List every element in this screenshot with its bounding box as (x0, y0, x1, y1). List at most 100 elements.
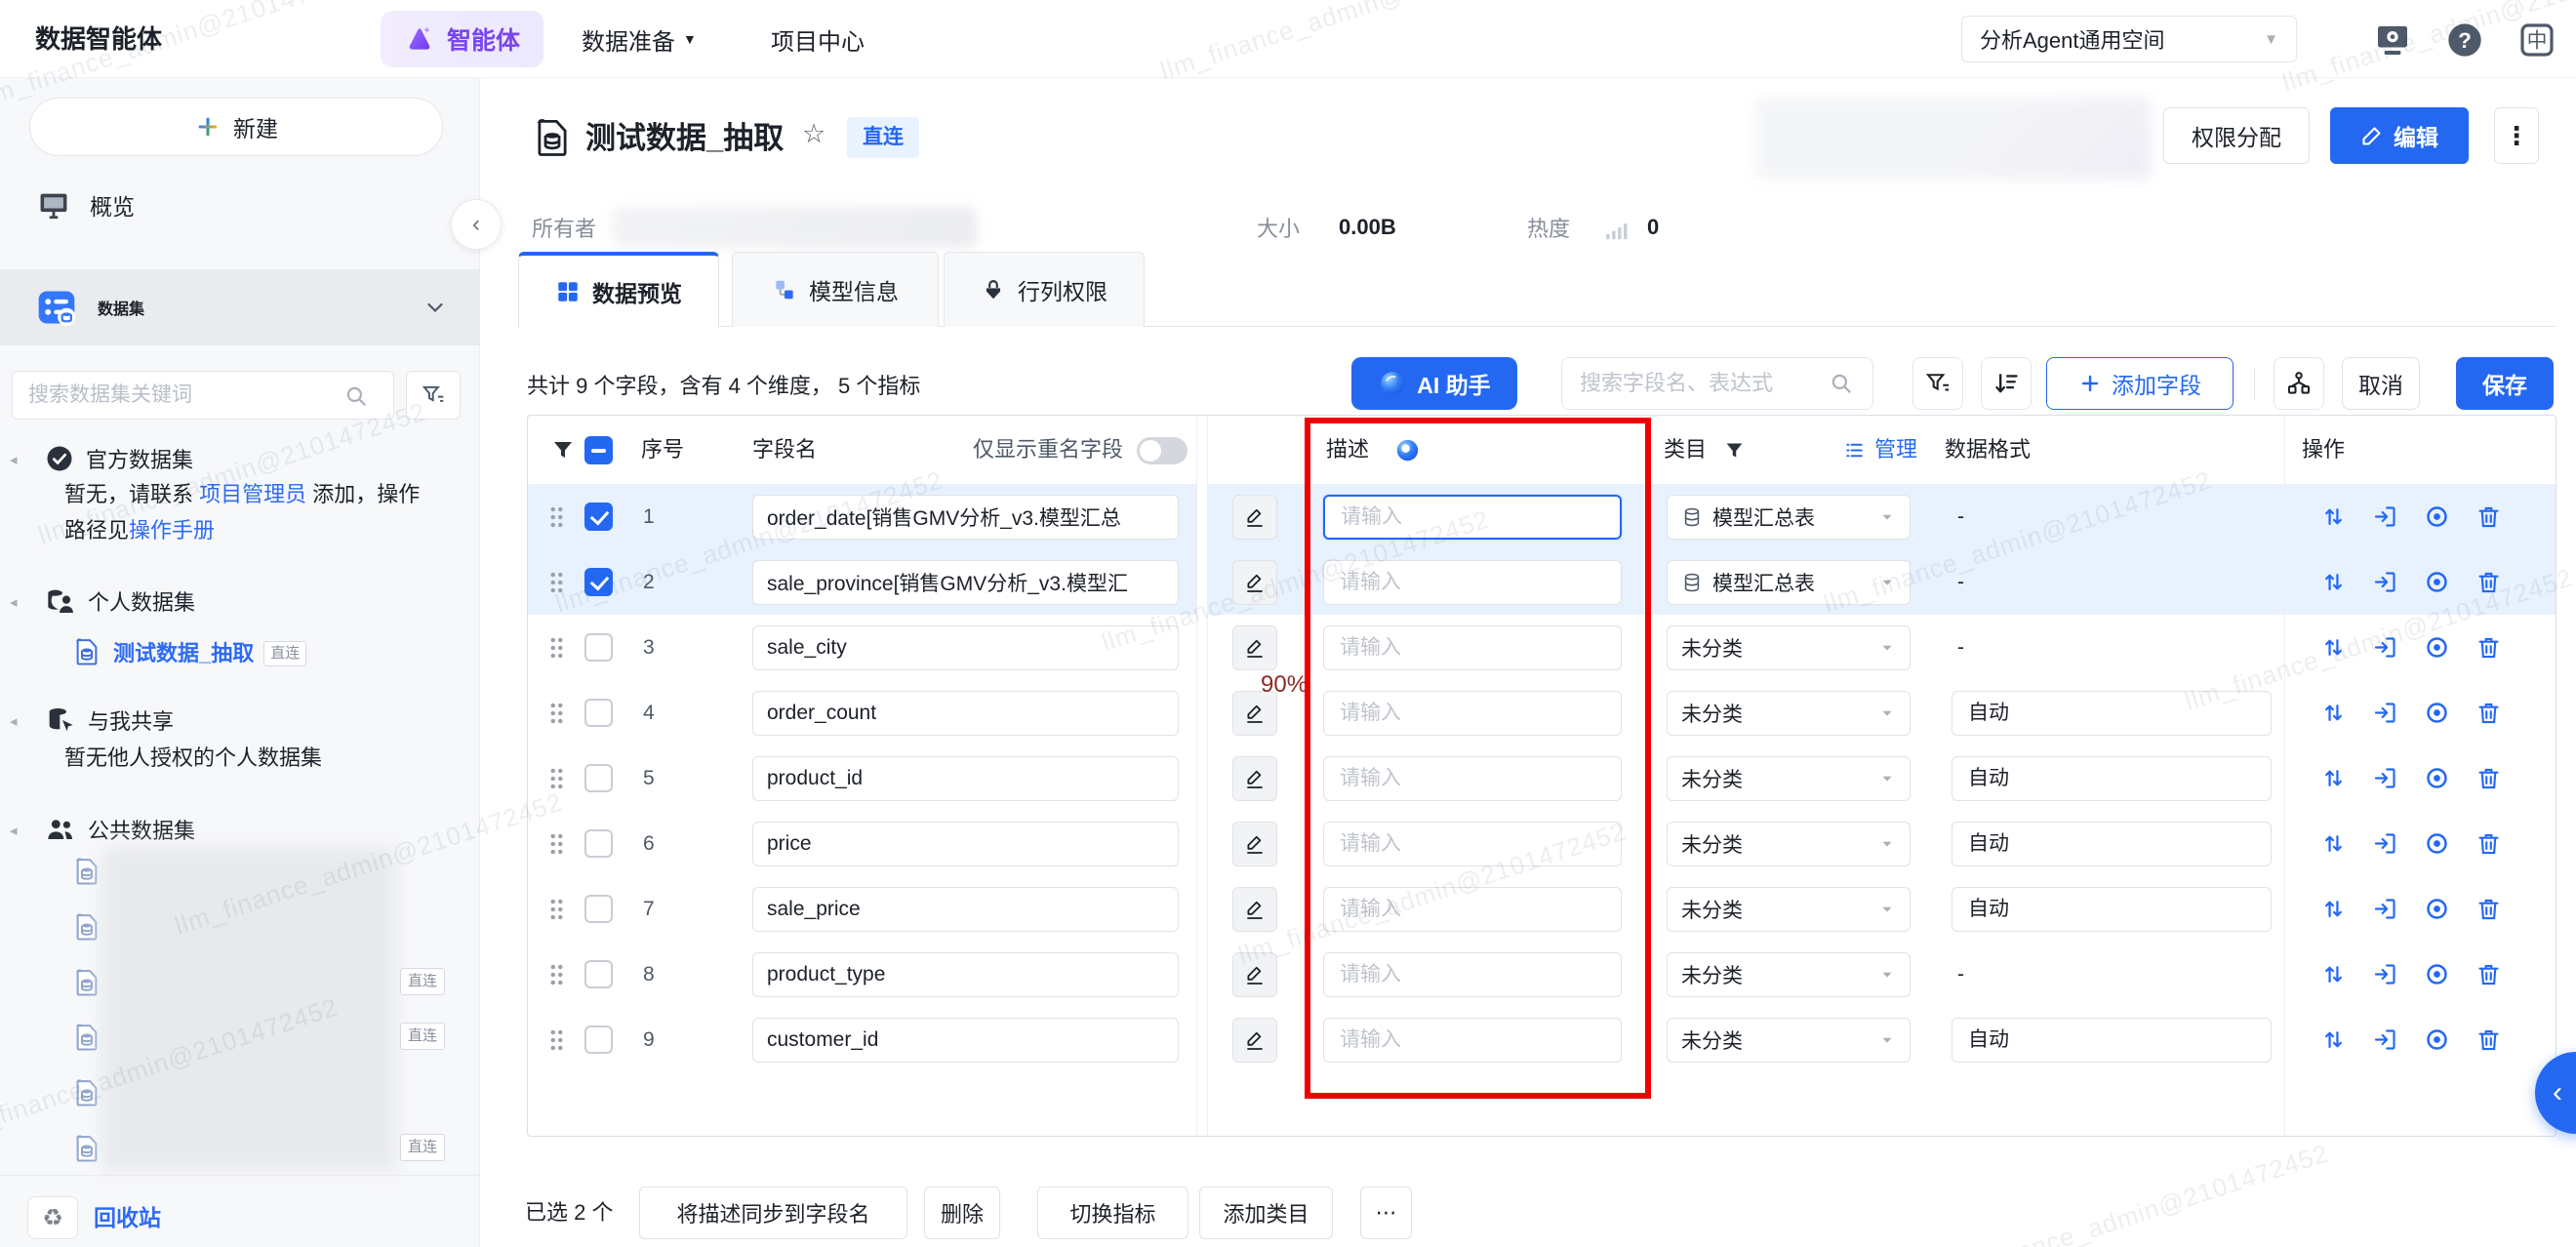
dataset-file-icon[interactable] (72, 1078, 101, 1107)
duplicate-only-toggle[interactable] (1137, 437, 1187, 464)
data-format-input[interactable]: 自动 (1952, 1018, 2272, 1063)
edit-field-name-button[interactable] (1232, 625, 1277, 670)
dataset-file-icon[interactable] (72, 1023, 101, 1052)
category-select[interactable]: 未分类 (1667, 887, 1911, 932)
description-input[interactable] (1323, 1018, 1622, 1063)
cancel-button[interactable]: 取消 (2342, 357, 2420, 410)
insert-field-icon[interactable] (2372, 896, 2398, 922)
preview-field-icon[interactable] (2424, 634, 2450, 661)
filter-icon[interactable] (1724, 440, 1745, 461)
data-format-input[interactable]: 自动 (1952, 887, 2272, 932)
row-checkbox[interactable] (584, 699, 613, 727)
row-checkbox[interactable] (584, 568, 613, 596)
description-input[interactable] (1323, 495, 1622, 540)
delete-field-icon[interactable] (2475, 634, 2502, 661)
sidebar-item-overview[interactable]: 概览 (0, 178, 480, 232)
move-field-icon[interactable] (2320, 961, 2347, 987)
relation-view-button[interactable] (2274, 357, 2324, 410)
insert-field-icon[interactable] (2372, 1026, 2398, 1053)
description-input[interactable] (1323, 560, 1622, 605)
drag-handle-icon[interactable] (549, 832, 564, 856)
tree-item-dataset-selected[interactable]: 测试数据_抽取直连 (72, 630, 306, 673)
switch-metric-button[interactable]: 切换指标 (1037, 1187, 1188, 1239)
insert-field-icon[interactable] (2372, 503, 2398, 530)
tree-node-public-datasets[interactable]: 公共数据集 (45, 808, 195, 851)
category-select[interactable]: 模型汇总表 (1667, 560, 1911, 605)
move-field-icon[interactable] (2320, 569, 2347, 595)
field-search-input[interactable] (1561, 357, 1873, 410)
delete-field-icon[interactable] (2475, 896, 2502, 922)
dataset-search-input[interactable] (12, 371, 394, 420)
drag-handle-icon[interactable] (549, 963, 564, 986)
tree-collapse-icon[interactable]: ◂ (10, 593, 18, 611)
drag-handle-icon[interactable] (549, 767, 564, 790)
edit-field-name-button[interactable] (1232, 560, 1277, 605)
dataset-file-icon[interactable] (72, 1134, 101, 1163)
preview-field-icon[interactable] (2424, 1026, 2450, 1053)
insert-field-icon[interactable] (2372, 830, 2398, 857)
move-field-icon[interactable] (2320, 830, 2347, 857)
category-select[interactable]: 未分类 (1667, 822, 1911, 866)
delete-field-icon[interactable] (2475, 765, 2502, 791)
tab-row-col-permission[interactable]: 行列权限 (944, 252, 1145, 327)
nav-item-data-prep[interactable]: 数据准备 ▼ (582, 0, 697, 78)
field-name-input[interactable] (752, 756, 1179, 801)
sidebar-collapse-button[interactable]: ‹ (451, 199, 502, 250)
field-name-input[interactable] (752, 625, 1179, 670)
preview-field-icon[interactable] (2424, 700, 2450, 726)
preview-field-icon[interactable] (2424, 503, 2450, 530)
edit-field-name-button[interactable] (1232, 887, 1277, 932)
description-input[interactable] (1323, 952, 1622, 997)
save-button[interactable]: 保存 (2456, 357, 2554, 410)
recycle-bin-link[interactable]: 回收站 (94, 1196, 161, 1239)
nav-item-project-center[interactable]: 项目中心 (771, 0, 865, 78)
delete-field-icon[interactable] (2475, 503, 2502, 530)
insert-field-icon[interactable] (2372, 700, 2398, 726)
row-checkbox[interactable] (584, 503, 613, 531)
preview-field-icon[interactable] (2424, 896, 2450, 922)
move-field-icon[interactable] (2320, 765, 2347, 791)
tree-node-personal-datasets[interactable]: 个人数据集 (45, 580, 195, 623)
data-format-input[interactable]: 自动 (1952, 691, 2272, 736)
insert-field-icon[interactable] (2372, 961, 2398, 987)
row-checkbox[interactable] (584, 764, 613, 792)
tree-collapse-icon[interactable]: ◂ (10, 822, 18, 839)
drag-handle-icon[interactable] (549, 702, 564, 725)
row-checkbox[interactable] (584, 633, 613, 662)
edit-field-name-button[interactable] (1232, 495, 1277, 540)
language-icon[interactable] (2517, 20, 2556, 60)
description-input[interactable] (1323, 756, 1622, 801)
edit-button[interactable]: 编辑 (2330, 107, 2469, 164)
tree-collapse-icon[interactable]: ◂ (10, 712, 18, 730)
field-name-input[interactable] (752, 887, 1179, 932)
help-icon[interactable] (2445, 20, 2484, 60)
row-checkbox[interactable] (584, 960, 613, 988)
field-name-input[interactable] (752, 560, 1179, 605)
ai-assistant-button[interactable]: AI 助手 (1351, 357, 1517, 410)
edit-field-name-button[interactable] (1232, 952, 1277, 997)
filter-fields-button[interactable] (1912, 357, 1963, 410)
add-field-button[interactable]: 添加字段 (2046, 357, 2234, 410)
tree-node-official-datasets[interactable]: 官方数据集 (45, 437, 193, 480)
dataset-file-icon[interactable] (72, 857, 101, 886)
select-all-checkbox[interactable] (584, 436, 613, 464)
workspace-select[interactable]: 分析Agent通用空间 ▼ (1961, 16, 2297, 62)
project-admin-link[interactable]: 项目管理员 (199, 482, 306, 506)
favorite-star-icon[interactable]: ☆ (802, 119, 825, 149)
recycle-bin-icon[interactable]: ♻ (27, 1196, 78, 1239)
delete-button[interactable]: 删除 (924, 1187, 1000, 1239)
data-format-input[interactable]: 自动 (1952, 822, 2272, 866)
field-name-input[interactable] (752, 952, 1179, 997)
drag-handle-icon[interactable] (549, 571, 564, 594)
add-category-button[interactable]: 添加类目 (1199, 1187, 1333, 1239)
console-monitor-icon[interactable] (2373, 20, 2412, 60)
tab-model-info[interactable]: 模型信息 (732, 252, 939, 327)
tab-data-preview[interactable]: 数据预览 (518, 252, 719, 328)
tree-node-shared-with-me[interactable]: 与我共享 (45, 699, 174, 742)
move-field-icon[interactable] (2320, 634, 2347, 661)
delete-field-icon[interactable] (2475, 700, 2502, 726)
drag-handle-icon[interactable] (549, 1028, 564, 1052)
move-field-icon[interactable] (2320, 1026, 2347, 1053)
insert-field-icon[interactable] (2372, 765, 2398, 791)
ai-description-icon[interactable] (1394, 437, 1421, 463)
